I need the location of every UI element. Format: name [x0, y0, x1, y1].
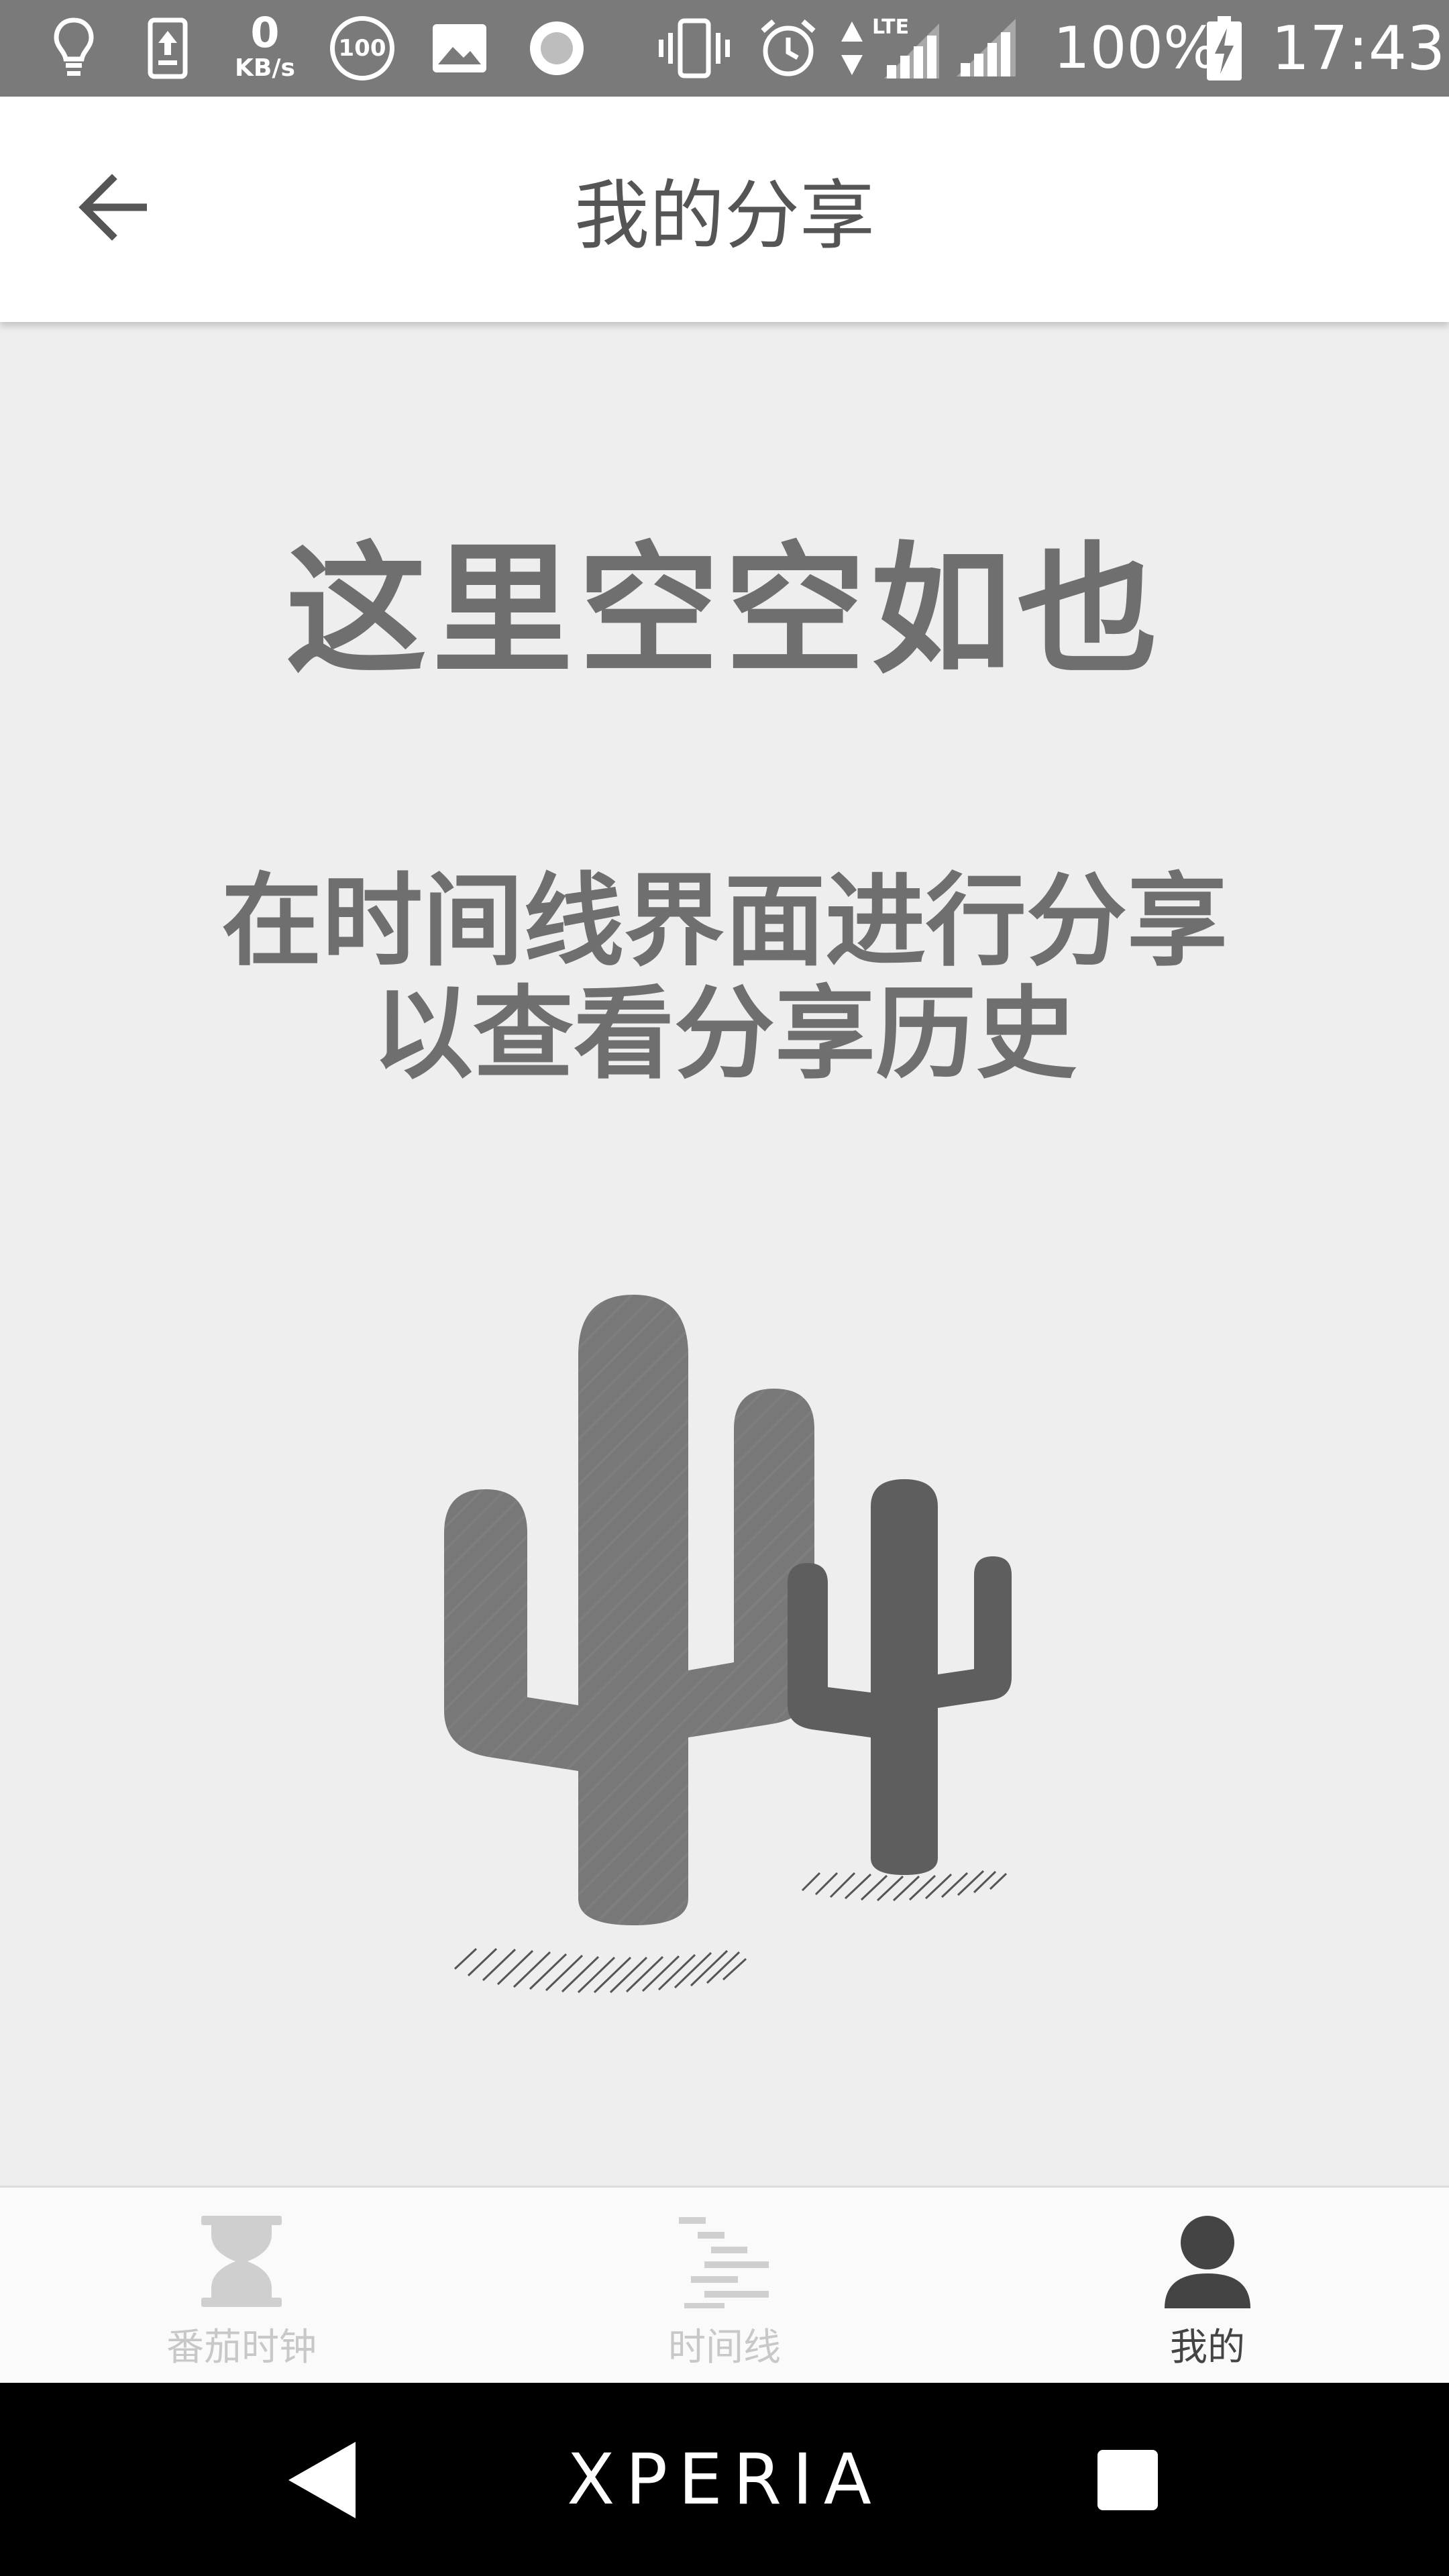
- empty-state-title: 这里空空如也: [285, 529, 1163, 693]
- net-speed-value: 0: [250, 8, 280, 57]
- big-cactus: [444, 1295, 814, 1925]
- status-time: 17:43: [1271, 13, 1446, 84]
- empty-state-hint: 在时间线界面进行分享 以查看分享历史: [0, 865, 1449, 1091]
- cactus-illustration: [444, 1295, 1012, 1994]
- battery-charging-icon: [1204, 0, 1244, 97]
- bottom-navigation: 番茄时钟 时间线 我的: [0, 2186, 1449, 2385]
- screen: 0 KB/s 100 LTE 100% 17:43 我的分享 这里空空如也 在时…: [0, 0, 1449, 2576]
- image-icon: [429, 0, 490, 97]
- circle-100-icon: 100: [325, 0, 399, 97]
- record-icon: [523, 0, 590, 97]
- vibrate-icon: [657, 0, 731, 97]
- empty-state-hint-line2: 以查看分享历史: [372, 976, 1077, 1093]
- data-arrows-icon: [835, 0, 869, 97]
- square-recents-icon[interactable]: [1097, 2450, 1158, 2510]
- upload-icon: [141, 0, 195, 97]
- nav-label-mine: 我的: [1170, 2326, 1245, 2369]
- system-navigation-bar: XPERIA: [0, 2383, 1449, 2576]
- nav-item-pomodoro[interactable]: 番茄时钟: [0, 2188, 483, 2385]
- nav-label-pomodoro: 番茄时钟: [166, 2326, 317, 2369]
- battery-percent: 100%: [1053, 15, 1218, 82]
- nav-item-timeline[interactable]: 时间线: [483, 2188, 966, 2385]
- page-title: 我的分享: [574, 172, 875, 260]
- nav-item-mine[interactable]: 我的: [966, 2188, 1449, 2385]
- small-cactus: [788, 1479, 1012, 1875]
- badge-100-text: 100: [338, 35, 386, 62]
- ground-hatching: [453, 1870, 1008, 1994]
- timeline-icon: [678, 2211, 771, 2312]
- person-icon: [1161, 2211, 1254, 2312]
- empty-state-hint-line1: 在时间线界面进行分享: [221, 863, 1228, 980]
- app-bar: 我的分享: [0, 97, 1449, 322]
- nav-label-timeline: 时间线: [668, 2326, 781, 2369]
- net-speed-indicator: 0 KB/s: [228, 12, 302, 86]
- net-speed-unit: KB/s: [235, 54, 295, 82]
- alarm-icon: [755, 0, 822, 97]
- hourglass-icon: [195, 2211, 288, 2312]
- status-bar: 0 KB/s 100 LTE 100% 17:43: [0, 0, 1449, 97]
- lightbulb-icon: [47, 0, 101, 97]
- brand-logo: XPERIA: [567, 2438, 882, 2520]
- signal-icon: [953, 0, 1020, 97]
- signal-lte-icon: LTE: [872, 0, 946, 97]
